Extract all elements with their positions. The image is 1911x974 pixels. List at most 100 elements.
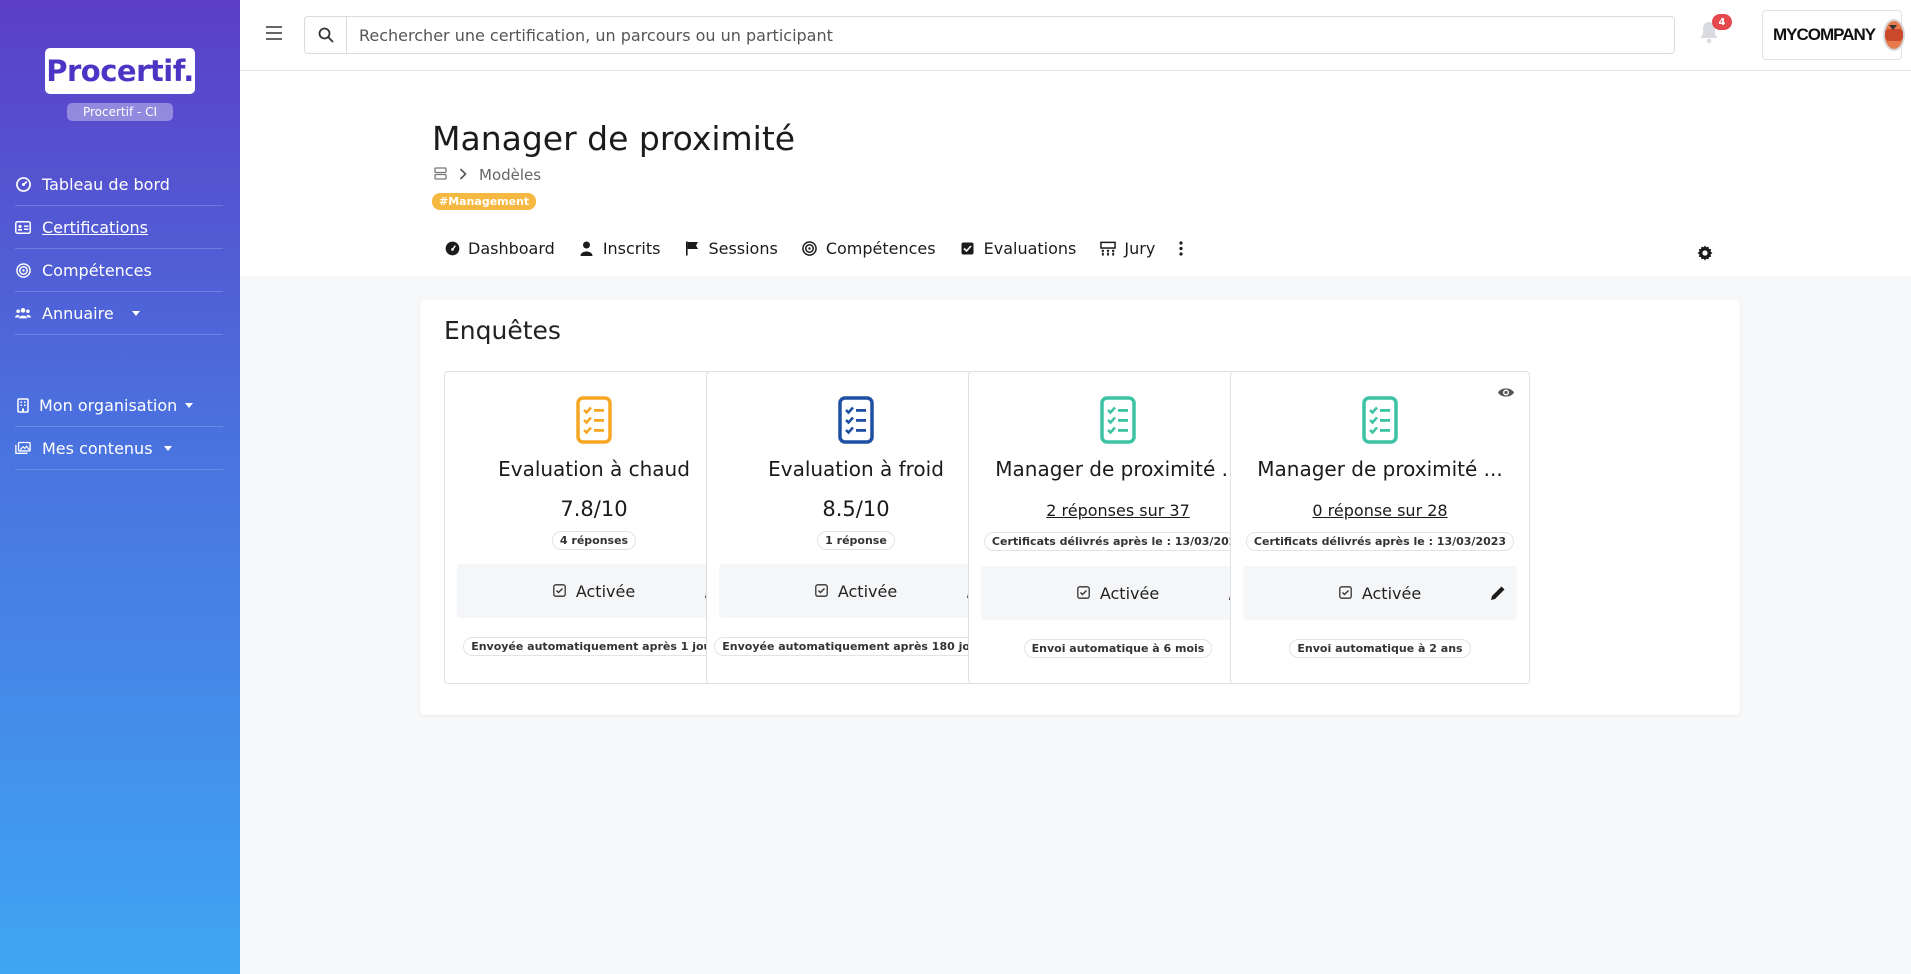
survey-title: Manager de proximité ... [995,457,1241,481]
responses-badge-wrap: 4 réponses [445,529,743,550]
category-tag[interactable]: #Management [432,193,537,210]
sidebar-item-label: Tableau de bord [42,174,170,194]
checkbox-checked-icon [1338,584,1352,603]
user-icon [579,240,595,256]
tab-label: Sessions [708,238,778,258]
tab-sessions[interactable]: Sessions [684,233,778,263]
survey-title: Evaluation à froid [768,457,944,481]
target-icon [802,240,818,256]
pencil-edit-icon[interactable] [1489,584,1507,602]
footer-badge-wrap: Envoi automatique à 6 mois [969,637,1267,658]
survey-title: Evaluation à chaud [498,457,690,481]
images-icon [15,440,31,456]
tab-label: Evaluations [983,238,1077,258]
responses-badge: 1 réponse [817,531,895,550]
checkbox-checked-icon [1076,584,1090,603]
sidebar-item-label: Compétences [42,260,152,280]
responses-link[interactable]: 2 réponses sur 37 [969,501,1267,520]
auto-send-badge: Envoyée automatiquement après 1 jour [463,637,725,656]
search-input[interactable] [347,17,1674,53]
sidebar-item-label: Annuaire [42,303,114,323]
tab-label: Dashboard [468,238,555,258]
status-toggle[interactable]: Activée [981,566,1255,620]
checkbox-checked-icon [814,582,828,601]
dashboard-gauge-icon [15,176,31,192]
gear-icon[interactable] [1697,245,1713,261]
breadcrumb-item-modeles[interactable]: Modèles [479,166,541,184]
tab-jury[interactable]: Jury [1100,233,1155,263]
tab-evaluations[interactable]: Evaluations [960,233,1077,263]
search-icon[interactable] [305,17,347,53]
status-toggle[interactable]: Activée [457,564,731,618]
search-bar [304,16,1675,54]
responses-link[interactable]: 0 réponse sur 28 [1231,501,1529,520]
checklist-icon [838,396,874,444]
chevron-right-icon [459,166,467,184]
sidebar-item-annuaire[interactable]: Annuaire [15,292,223,335]
tab-label: Jury [1124,238,1156,258]
chevron-down-icon [185,402,194,408]
chevron-down-icon [1889,25,1897,30]
status-label: Activée [1099,583,1160,603]
gauge-icon [444,240,460,256]
checkbox-checked-icon [552,582,566,601]
responses-badge: 4 réponses [551,531,637,550]
sidebar-item-label: Certifications [42,217,148,237]
sidebar-item-tableau-de-bord[interactable]: Tableau de bord [15,163,223,206]
jury-panel-icon [1100,240,1117,256]
target-icon [15,262,31,278]
page-header: Manager de proximité Modèles #Management… [240,71,1911,276]
sidebar-item-label: Mes contenus [42,438,153,458]
users-icon [15,305,31,321]
tab-label: Inscrits [602,238,661,258]
checklist-icon [1100,396,1136,444]
survey-card-evaluation-a-froid: Evaluation à froid 8.5/10 1 réponse Acti… [706,371,1006,684]
sidebar-item-certifications[interactable]: Certifications [15,206,223,249]
breadcrumb: Modèles [434,166,541,184]
footer-badge-wrap: Envoyée automatiquement après 180 jours [707,635,1005,656]
company-account-menu[interactable]: MYCOMPANY [1762,10,1906,60]
sidebar-item-mes-contenus[interactable]: Mes contenus [15,427,223,470]
status-label: Activée [575,581,636,601]
eye-icon[interactable] [1497,384,1515,398]
certificates-badge-wrap: Certificats délivrés après le : 13/03/20… [969,530,1267,551]
tab-competences[interactable]: Compétences [802,233,936,263]
survey-score: 8.5/10 [822,497,890,521]
company-logo: MYCOMPANY [1773,25,1876,44]
sidebar-item-mon-organisation[interactable]: Mon organisation [15,384,223,427]
server-stack-icon[interactable] [434,166,447,184]
building-icon [15,397,31,413]
status-toggle[interactable]: Activée [1243,566,1517,620]
surveys-title: Enquêtes [444,316,561,345]
survey-status-bar: Activée [457,564,731,618]
status-toggle[interactable]: Activée [719,564,993,618]
flag-icon [684,240,700,256]
footer-badge-wrap: Envoi automatique à 2 ans [1231,637,1529,658]
certificates-date-badge: Certificats délivrés après le : 13/03/20… [1245,532,1515,551]
top-header: 4 MYCOMPANY [240,0,1911,71]
page-title: Manager de proximité [432,119,796,158]
more-options-icon[interactable] [1179,233,1183,263]
auto-send-badge: Envoyée automatiquement après 180 jours [714,637,998,656]
procertif-logo[interactable]: Procertif. [45,48,195,94]
org-badge: Procertif - CI [67,103,173,121]
survey-score: 7.8/10 [560,497,628,521]
auto-send-badge: Envoi automatique à 2 ans [1289,639,1471,658]
tab-inscrits[interactable]: Inscrits [579,233,661,263]
hamburger-menu-icon[interactable] [266,26,282,40]
footer-badge-wrap: Envoyée automatiquement après 1 jour [445,635,743,656]
survey-status-bar: Activée [719,564,993,618]
tab-dashboard[interactable]: Dashboard [444,233,555,263]
survey-status-bar: Activée [1243,566,1517,620]
surveys-panel: Enquêtes Evaluation à chaud 7.8/10 4 rép… [420,300,1740,715]
checklist-icon [576,396,612,444]
sidebar-item-competences[interactable]: Compétences [15,249,223,292]
sidebar: Procertif. Procertif - CI Tableau de bor… [0,0,240,974]
status-label: Activée [837,581,898,601]
survey-card-evaluation-a-chaud: Evaluation à chaud 7.8/10 4 réponses Act… [444,371,744,684]
certification-tabs: Dashboard Inscrits Sessions Compétences … [444,233,1207,263]
survey-card-manager-proximite-6-mois: Manager de proximité ... 2 réponses sur … [968,371,1268,684]
certificates-badge-wrap: Certificats délivrés après le : 13/03/20… [1231,530,1529,551]
id-card-icon [15,219,31,235]
responses-badge-wrap: 1 réponse [707,529,1005,550]
